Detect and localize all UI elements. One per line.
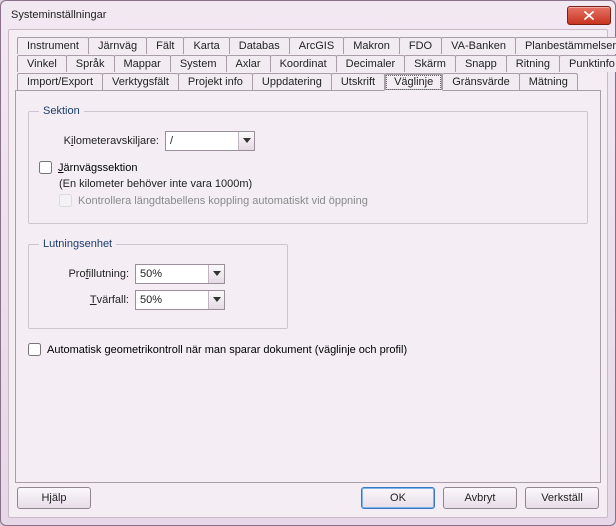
tab-verktygsf-lt[interactable]: Verktygsfält <box>102 73 179 91</box>
tab-planbest-mmelser[interactable]: Planbestämmelser <box>515 37 616 54</box>
tab-j-rnv-g[interactable]: Järnväg <box>88 37 147 54</box>
titlebar: Systeminställningar <box>1 1 615 29</box>
row-km-separator: Kilometeravskiljare: / <box>39 131 577 151</box>
chevron-down-icon <box>238 132 254 150</box>
tab-utskrift[interactable]: Utskrift <box>331 73 385 91</box>
km-separator-value: / <box>170 135 238 147</box>
railway-section-input[interactable] <box>39 161 52 174</box>
profile-slope-value: 50% <box>140 268 208 280</box>
tab-system[interactable]: System <box>170 55 227 72</box>
tab-import-export[interactable]: Import/Export <box>17 73 103 91</box>
tab-f-lt[interactable]: Fält <box>146 37 184 54</box>
crossfall-combo[interactable]: 50% <box>135 290 225 310</box>
chevron-down-icon <box>208 265 224 283</box>
apply-button[interactable]: Verkställ <box>525 487 599 509</box>
client-area: InstrumentJärnvägFältKartaDatabasArcGISM… <box>8 29 608 518</box>
railway-lengthtable-checkbox: Kontrollera längdtabellens koppling auto… <box>59 194 577 207</box>
railway-lengthtable-input <box>59 194 72 207</box>
close-button[interactable] <box>567 6 611 25</box>
railway-lengthtable-label: Kontrollera längdtabellens koppling auto… <box>78 195 368 207</box>
tab-karta[interactable]: Karta <box>183 37 229 54</box>
tab-koordinat[interactable]: Koordinat <box>270 55 337 72</box>
tab-ritning[interactable]: Ritning <box>506 55 560 72</box>
tab-panel-vaglinje: Sektion Kilometeravskiljare: / <box>15 90 601 483</box>
tab-va-banken[interactable]: VA-Banken <box>441 37 516 54</box>
tab-decimaler[interactable]: Decimaler <box>336 55 406 72</box>
tab-m-tning[interactable]: Mätning <box>519 73 578 91</box>
tab-sk-rm[interactable]: Skärm <box>404 55 456 72</box>
tab-uppdatering[interactable]: Uppdatering <box>252 73 332 91</box>
crossfall-value: 50% <box>140 294 208 306</box>
tab-snapp[interactable]: Snapp <box>455 55 507 72</box>
help-button[interactable]: Hjälp <box>17 487 91 509</box>
tab-spr-k[interactable]: Språk <box>66 55 115 72</box>
close-icon <box>584 11 594 20</box>
railway-section-label: Järnvägssektion <box>58 162 138 174</box>
ok-button[interactable]: OK <box>361 487 435 509</box>
row-profile-slope: Profillutning: 50% <box>39 264 277 284</box>
group-lutningsenhet: Lutningsenhet Profillutning: 50% Tvärfa <box>28 238 288 329</box>
auto-geometry-check[interactable]: Automatisk geometrikontroll när man spar… <box>28 343 588 356</box>
tab-v-glinje[interactable]: Väglinje <box>384 73 443 91</box>
tab-punktinfo[interactable]: Punktinfo <box>559 55 616 72</box>
profile-slope-label: Profillutning: <box>39 268 129 280</box>
group-sektion-legend: Sektion <box>39 105 84 117</box>
tab-axlar[interactable]: Axlar <box>226 55 271 72</box>
cancel-button[interactable]: Avbryt <box>443 487 517 509</box>
tab-arcgis[interactable]: ArcGIS <box>289 37 344 54</box>
tab-strip: InstrumentJärnvägFältKartaDatabasArcGISM… <box>17 36 599 91</box>
km-separator-label: Kilometeravskiljare: <box>39 135 159 147</box>
tab-fdo[interactable]: FDO <box>399 37 442 54</box>
tab-instrument[interactable]: Instrument <box>17 37 89 54</box>
profile-slope-combo[interactable]: 50% <box>135 264 225 284</box>
tab-databas[interactable]: Databas <box>229 37 290 54</box>
auto-geometry-input[interactable] <box>28 343 41 356</box>
crossfall-label: Tvärfall: <box>39 294 129 306</box>
dialog-footer: Hjälp OK Avbryt Verkställ <box>15 483 601 511</box>
tab-gr-nsv-rde[interactable]: Gränsvärde <box>442 73 519 91</box>
window-title: Systeminställningar <box>11 9 567 21</box>
group-lutningsenhet-legend: Lutningsenhet <box>39 238 116 250</box>
tab-vinkel[interactable]: Vinkel <box>17 55 67 72</box>
railway-subsection: (En kilometer behöver inte vara 1000m) K… <box>59 178 577 207</box>
railway-hint: (En kilometer behöver inte vara 1000m) <box>59 178 577 190</box>
auto-geometry-label: Automatisk geometrikontroll när man spar… <box>47 344 407 356</box>
km-separator-combo[interactable]: / <box>165 131 255 151</box>
group-sektion: Sektion Kilometeravskiljare: / <box>28 105 588 224</box>
row-crossfall: Tvärfall: 50% <box>39 290 277 310</box>
dialog-window: Systeminställningar InstrumentJärnvägFäl… <box>0 0 616 526</box>
railway-section-checkbox[interactable]: Järnvägssektion <box>39 161 577 174</box>
tab-makron[interactable]: Makron <box>343 37 400 54</box>
tab-mappar[interactable]: Mappar <box>114 55 171 72</box>
tab-projekt-info[interactable]: Projekt info <box>178 73 253 91</box>
chevron-down-icon <box>208 291 224 309</box>
